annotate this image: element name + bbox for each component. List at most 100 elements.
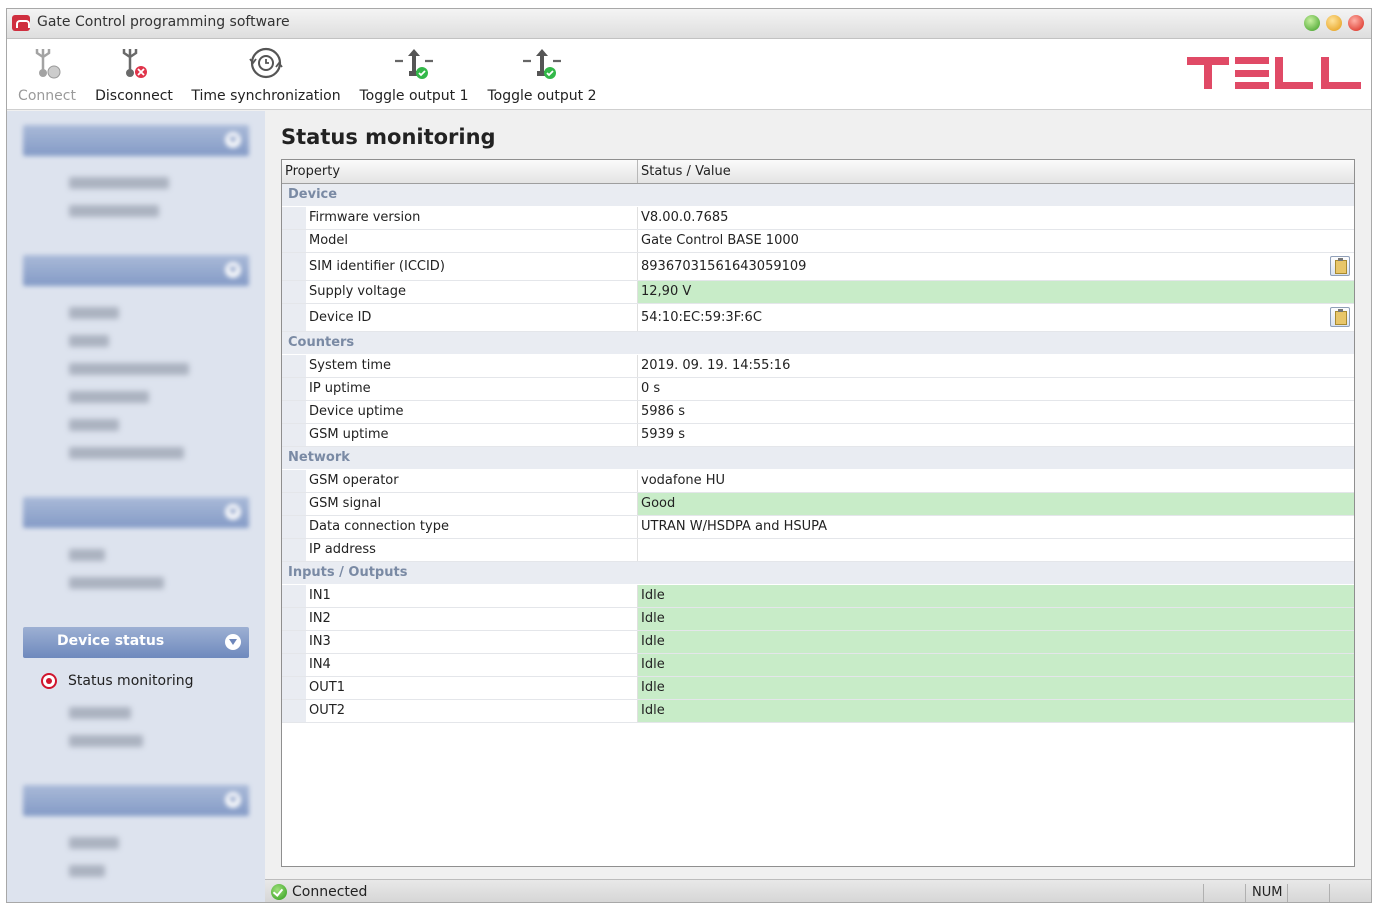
category-row[interactable]: Network — [282, 447, 1354, 470]
row-indent — [282, 424, 306, 446]
property-value: 54:10:EC:59:3F:6C — [641, 310, 762, 325]
disconnect-button[interactable]: Disconnect — [93, 41, 175, 107]
property-value: 12,90 V — [638, 281, 1354, 303]
property-row[interactable]: GSM operator vodafone HU — [282, 470, 1354, 493]
minimize-button[interactable] — [1326, 15, 1342, 31]
property-value — [638, 539, 1354, 561]
property-name: GSM signal — [306, 493, 638, 515]
maximize-button[interactable] — [1304, 15, 1320, 31]
toggle-output-2-icon — [523, 49, 561, 79]
sidebar-section-collapsed[interactable] — [23, 497, 249, 528]
sidebar-item-blurred[interactable] — [69, 447, 184, 459]
property-row[interactable]: GSM uptime 5939 s — [282, 424, 1354, 447]
toolbar: Connect Disconnect Time synchronization — [7, 39, 1371, 110]
sidebar-section-device-status[interactable]: Device status — [23, 627, 249, 658]
property-name: IP address — [306, 539, 638, 561]
column-header-property[interactable]: Property — [282, 160, 638, 183]
property-value: V8.00.0.7685 — [641, 210, 729, 225]
property-row[interactable]: IP uptime 0 s — [282, 378, 1354, 401]
sidebar-section-collapsed[interactable] — [23, 125, 249, 156]
connected-check-icon — [271, 884, 287, 900]
sidebar-item-blurred[interactable] — [69, 865, 105, 877]
property-row[interactable]: GSM signal Good — [282, 493, 1354, 516]
sidebar-item-blurred[interactable] — [69, 837, 119, 849]
property-row[interactable]: IP address — [282, 539, 1354, 562]
property-row[interactable]: IN2 Idle — [282, 608, 1354, 631]
sidebar-item-blurred[interactable] — [69, 577, 164, 589]
sidebar-item-blurred[interactable] — [69, 419, 119, 431]
property-row[interactable]: Data connection type UTRAN W/HSDPA and HS… — [282, 516, 1354, 539]
copy-to-clipboard-icon[interactable] — [1330, 307, 1350, 327]
property-row[interactable]: Device uptime 5986 s — [282, 401, 1354, 424]
status-bar: Connected NUM — [265, 879, 1371, 902]
copy-to-clipboard-icon[interactable] — [1330, 256, 1350, 276]
row-indent — [282, 304, 306, 331]
sidebar-item-blurred[interactable] — [69, 549, 105, 561]
property-row[interactable]: Model Gate Control BASE 1000 — [282, 230, 1354, 253]
property-row[interactable]: SIM identifier (ICCID) 893670315616430591… — [282, 253, 1354, 281]
sidebar-item-blurred[interactable] — [69, 205, 159, 217]
property-row[interactable]: OUT1 Idle — [282, 677, 1354, 700]
category-row[interactable]: Counters — [282, 332, 1354, 355]
window-title: Gate Control programming software — [37, 14, 290, 30]
close-button[interactable] — [1348, 15, 1364, 31]
title-bar: Gate Control programming software — [7, 9, 1371, 39]
sidebar-item-blurred[interactable] — [69, 391, 149, 403]
sidebar-item-blurred[interactable] — [69, 735, 143, 747]
property-row[interactable]: Firmware version V8.00.0.7685 — [282, 207, 1354, 230]
property-row[interactable]: IN4 Idle — [282, 654, 1354, 677]
usb-connect-icon — [35, 49, 61, 79]
category-row[interactable]: Inputs / Outputs — [282, 562, 1354, 585]
row-indent — [282, 493, 306, 515]
property-name: IN4 — [306, 654, 638, 676]
property-value: Gate Control BASE 1000 — [641, 233, 799, 248]
property-grid[interactable]: Property Status / Value Device Firmware v… — [281, 159, 1355, 867]
row-indent — [282, 585, 306, 607]
row-indent — [282, 207, 306, 229]
property-name: Data connection type — [306, 516, 638, 538]
caps-indicator — [1203, 884, 1246, 902]
row-indent — [282, 677, 306, 699]
property-name: IP uptime — [306, 378, 638, 400]
row-indent — [282, 401, 306, 423]
property-value: Good — [638, 493, 1354, 515]
toggle-output-2-button[interactable]: Toggle output 2 — [485, 41, 599, 107]
category-label: Network — [288, 450, 350, 465]
property-value: Idle — [638, 677, 1354, 699]
ins-indicator — [1329, 884, 1371, 902]
property-name: Firmware version — [306, 207, 638, 229]
app-icon — [12, 15, 30, 31]
property-row[interactable]: OUT2 Idle — [282, 700, 1354, 723]
row-indent — [282, 470, 306, 492]
column-header-value[interactable]: Status / Value — [638, 160, 1354, 183]
property-row[interactable]: IN1 Idle — [282, 585, 1354, 608]
tell-logo — [1187, 57, 1361, 89]
toggle-output-1-icon — [395, 49, 433, 79]
sidebar-section-collapsed[interactable] — [23, 255, 249, 286]
category-row[interactable]: Device — [282, 184, 1354, 207]
sidebar-item-blurred[interactable] — [69, 363, 189, 375]
grid-header: Property Status / Value — [282, 160, 1354, 184]
property-row[interactable]: Supply voltage 12,90 V — [282, 281, 1354, 304]
sidebar-item-blurred[interactable] — [69, 707, 131, 719]
property-name: GSM operator — [306, 470, 638, 492]
property-row[interactable]: System time 2019. 09. 19. 14:55:16 — [282, 355, 1354, 378]
property-row[interactable]: Device ID 54:10:EC:59:3F:6C — [282, 304, 1354, 332]
sidebar-section-collapsed[interactable] — [23, 785, 249, 816]
sidebar-item-blurred[interactable] — [69, 335, 109, 347]
sidebar-item-label: Status monitoring — [68, 673, 194, 689]
sidebar-item-blurred[interactable] — [69, 177, 169, 189]
sidebar-section-title: Device status — [57, 633, 165, 649]
toggle-output-1-button[interactable]: Toggle output 1 — [357, 41, 471, 107]
property-value: UTRAN W/HSDPA and HSUPA — [641, 519, 828, 534]
sidebar-item-blurred[interactable] — [69, 307, 119, 319]
row-indent — [282, 516, 306, 538]
property-name: OUT1 — [306, 677, 638, 699]
property-name: Supply voltage — [306, 281, 638, 303]
property-value: 5939 s — [641, 427, 685, 442]
property-row[interactable]: IN3 Idle — [282, 631, 1354, 654]
connect-button[interactable]: Connect — [13, 41, 81, 107]
time-sync-button[interactable]: Time synchronization — [191, 41, 341, 107]
app-window: Gate Control programming software Connec… — [6, 8, 1372, 903]
time-sync-label: Time synchronization — [191, 88, 341, 104]
